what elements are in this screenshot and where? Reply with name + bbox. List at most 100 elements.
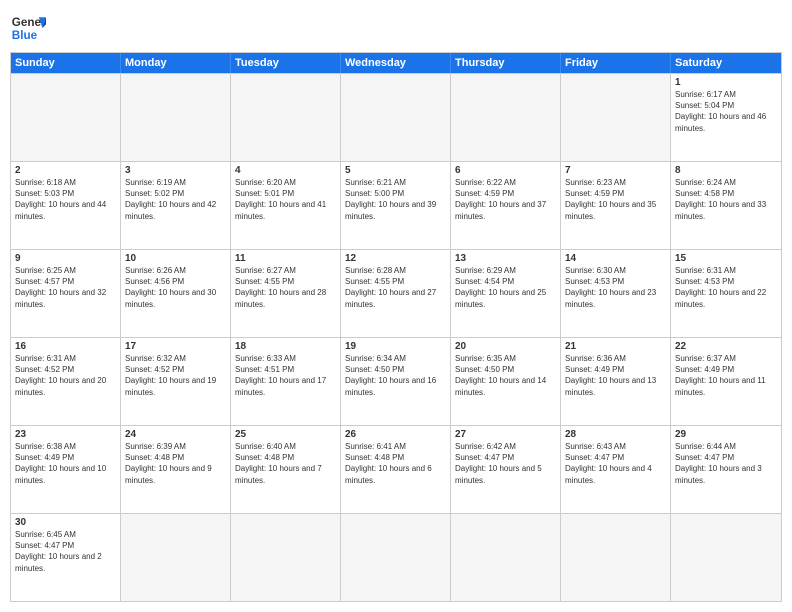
calendar-cell [561,74,671,161]
day-number: 6 [455,165,556,176]
calendar-cell: 15Sunrise: 6:31 AM Sunset: 4:53 PM Dayli… [671,250,781,337]
calendar-row-2: 9Sunrise: 6:25 AM Sunset: 4:57 PM Daylig… [11,249,781,337]
calendar-body: 1Sunrise: 6:17 AM Sunset: 5:04 PM Daylig… [11,73,781,601]
calendar-cell: 7Sunrise: 6:23 AM Sunset: 4:59 PM Daylig… [561,162,671,249]
day-info: Sunrise: 6:30 AM Sunset: 4:53 PM Dayligh… [565,265,666,310]
day-info: Sunrise: 6:39 AM Sunset: 4:48 PM Dayligh… [125,441,226,486]
calendar-cell: 21Sunrise: 6:36 AM Sunset: 4:49 PM Dayli… [561,338,671,425]
calendar-cell: 9Sunrise: 6:25 AM Sunset: 4:57 PM Daylig… [11,250,121,337]
day-number: 28 [565,429,666,440]
calendar-row-4: 23Sunrise: 6:38 AM Sunset: 4:49 PM Dayli… [11,425,781,513]
day-info: Sunrise: 6:29 AM Sunset: 4:54 PM Dayligh… [455,265,556,310]
calendar-cell: 12Sunrise: 6:28 AM Sunset: 4:55 PM Dayli… [341,250,451,337]
day-info: Sunrise: 6:17 AM Sunset: 5:04 PM Dayligh… [675,89,777,134]
calendar-cell [121,74,231,161]
calendar-cell [341,74,451,161]
day-info: Sunrise: 6:31 AM Sunset: 4:53 PM Dayligh… [675,265,777,310]
day-header-tuesday: Tuesday [231,53,341,73]
calendar-cell: 19Sunrise: 6:34 AM Sunset: 4:50 PM Dayli… [341,338,451,425]
day-number: 7 [565,165,666,176]
day-info: Sunrise: 6:34 AM Sunset: 4:50 PM Dayligh… [345,353,446,398]
day-number: 10 [125,253,226,264]
day-header-thursday: Thursday [451,53,561,73]
day-number: 20 [455,341,556,352]
calendar-cell: 24Sunrise: 6:39 AM Sunset: 4:48 PM Dayli… [121,426,231,513]
day-number: 21 [565,341,666,352]
day-info: Sunrise: 6:32 AM Sunset: 4:52 PM Dayligh… [125,353,226,398]
day-info: Sunrise: 6:41 AM Sunset: 4:48 PM Dayligh… [345,441,446,486]
page: General Blue SundayMondayTuesdayWednesda… [0,0,792,612]
calendar-cell: 23Sunrise: 6:38 AM Sunset: 4:49 PM Dayli… [11,426,121,513]
calendar-row-5: 30Sunrise: 6:45 AM Sunset: 4:47 PM Dayli… [11,513,781,601]
day-number: 18 [235,341,336,352]
calendar-cell [341,514,451,601]
calendar-cell: 22Sunrise: 6:37 AM Sunset: 4:49 PM Dayli… [671,338,781,425]
calendar-cell [231,74,341,161]
calendar-row-3: 16Sunrise: 6:31 AM Sunset: 4:52 PM Dayli… [11,337,781,425]
day-number: 22 [675,341,777,352]
day-info: Sunrise: 6:21 AM Sunset: 5:00 PM Dayligh… [345,177,446,222]
calendar-cell [121,514,231,601]
day-number: 5 [345,165,446,176]
calendar-header: SundayMondayTuesdayWednesdayThursdayFrid… [11,53,781,73]
day-number: 24 [125,429,226,440]
calendar-cell [561,514,671,601]
calendar-cell: 28Sunrise: 6:43 AM Sunset: 4:47 PM Dayli… [561,426,671,513]
day-info: Sunrise: 6:36 AM Sunset: 4:49 PM Dayligh… [565,353,666,398]
calendar-cell [671,514,781,601]
day-header-wednesday: Wednesday [341,53,451,73]
day-number: 2 [15,165,116,176]
calendar-cell: 3Sunrise: 6:19 AM Sunset: 5:02 PM Daylig… [121,162,231,249]
day-info: Sunrise: 6:24 AM Sunset: 4:58 PM Dayligh… [675,177,777,222]
day-number: 15 [675,253,777,264]
day-number: 14 [565,253,666,264]
calendar-cell [451,74,561,161]
day-info: Sunrise: 6:43 AM Sunset: 4:47 PM Dayligh… [565,441,666,486]
calendar-cell: 30Sunrise: 6:45 AM Sunset: 4:47 PM Dayli… [11,514,121,601]
generalblue-logo-icon: General Blue [10,10,46,46]
day-number: 11 [235,253,336,264]
day-number: 26 [345,429,446,440]
day-info: Sunrise: 6:28 AM Sunset: 4:55 PM Dayligh… [345,265,446,310]
svg-text:Blue: Blue [12,29,38,42]
calendar-cell [231,514,341,601]
calendar-cell: 14Sunrise: 6:30 AM Sunset: 4:53 PM Dayli… [561,250,671,337]
calendar-cell: 1Sunrise: 6:17 AM Sunset: 5:04 PM Daylig… [671,74,781,161]
calendar-cell: 13Sunrise: 6:29 AM Sunset: 4:54 PM Dayli… [451,250,561,337]
day-header-monday: Monday [121,53,231,73]
calendar-cell [451,514,561,601]
calendar-cell: 27Sunrise: 6:42 AM Sunset: 4:47 PM Dayli… [451,426,561,513]
day-number: 19 [345,341,446,352]
day-header-friday: Friday [561,53,671,73]
calendar-cell: 10Sunrise: 6:26 AM Sunset: 4:56 PM Dayli… [121,250,231,337]
day-info: Sunrise: 6:23 AM Sunset: 4:59 PM Dayligh… [565,177,666,222]
day-info: Sunrise: 6:22 AM Sunset: 4:59 PM Dayligh… [455,177,556,222]
header: General Blue [10,10,782,46]
day-header-sunday: Sunday [11,53,121,73]
day-number: 4 [235,165,336,176]
day-number: 12 [345,253,446,264]
calendar-cell: 4Sunrise: 6:20 AM Sunset: 5:01 PM Daylig… [231,162,341,249]
calendar-cell [11,74,121,161]
day-info: Sunrise: 6:37 AM Sunset: 4:49 PM Dayligh… [675,353,777,398]
day-info: Sunrise: 6:44 AM Sunset: 4:47 PM Dayligh… [675,441,777,486]
day-info: Sunrise: 6:19 AM Sunset: 5:02 PM Dayligh… [125,177,226,222]
calendar-cell: 25Sunrise: 6:40 AM Sunset: 4:48 PM Dayli… [231,426,341,513]
calendar: SundayMondayTuesdayWednesdayThursdayFrid… [10,52,782,602]
calendar-cell: 17Sunrise: 6:32 AM Sunset: 4:52 PM Dayli… [121,338,231,425]
day-header-saturday: Saturday [671,53,781,73]
calendar-cell: 11Sunrise: 6:27 AM Sunset: 4:55 PM Dayli… [231,250,341,337]
calendar-cell: 26Sunrise: 6:41 AM Sunset: 4:48 PM Dayli… [341,426,451,513]
day-info: Sunrise: 6:26 AM Sunset: 4:56 PM Dayligh… [125,265,226,310]
calendar-cell: 2Sunrise: 6:18 AM Sunset: 5:03 PM Daylig… [11,162,121,249]
day-number: 9 [15,253,116,264]
day-info: Sunrise: 6:20 AM Sunset: 5:01 PM Dayligh… [235,177,336,222]
calendar-row-1: 2Sunrise: 6:18 AM Sunset: 5:03 PM Daylig… [11,161,781,249]
day-number: 16 [15,341,116,352]
day-number: 25 [235,429,336,440]
day-info: Sunrise: 6:18 AM Sunset: 5:03 PM Dayligh… [15,177,116,222]
day-number: 27 [455,429,556,440]
day-info: Sunrise: 6:45 AM Sunset: 4:47 PM Dayligh… [15,529,116,574]
calendar-cell: 18Sunrise: 6:33 AM Sunset: 4:51 PM Dayli… [231,338,341,425]
day-number: 8 [675,165,777,176]
